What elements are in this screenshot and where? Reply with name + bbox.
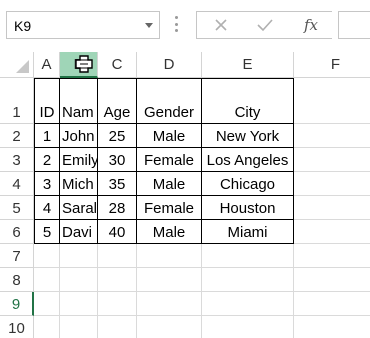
cell-c8[interactable] (98, 268, 137, 292)
enter-button[interactable] (247, 12, 283, 38)
table-cell[interactable]: 5 (34, 220, 60, 244)
formula-input[interactable] (338, 11, 370, 39)
row-header-4[interactable]: 4 (0, 172, 34, 196)
row-header-3[interactable]: 3 (0, 148, 34, 172)
cell-e7[interactable] (202, 244, 294, 268)
row-header-1[interactable]: 1 (0, 78, 34, 124)
cell-d10[interactable] (137, 316, 202, 338)
cell-a8[interactable] (34, 268, 60, 292)
column-header-a[interactable]: A (34, 52, 60, 78)
cell-b10[interactable] (60, 316, 98, 338)
table-cell[interactable]: 3 (34, 172, 60, 196)
table-cell[interactable]: 2 (34, 148, 60, 172)
cell-f8[interactable] (294, 268, 370, 292)
table-cell[interactable]: 1 (34, 124, 60, 148)
move-cursor-icon (75, 55, 93, 73)
table-cell[interactable]: John (60, 124, 98, 148)
column-header-e[interactable]: E (202, 52, 294, 78)
row-header-6[interactable]: 6 (0, 220, 34, 244)
name-box-value: K9 (14, 18, 32, 34)
cell-e10[interactable] (202, 316, 294, 338)
cell-f10[interactable] (294, 316, 370, 338)
table-cell[interactable]: Mich (60, 172, 98, 196)
cell-b8[interactable] (60, 268, 98, 292)
name-box[interactable]: K9 (6, 11, 160, 39)
row-header-5[interactable]: 5 (0, 196, 34, 220)
table-cell[interactable]: Los Angeles (202, 148, 294, 172)
row-header-7[interactable]: 7 (0, 244, 34, 268)
column-header-d[interactable]: D (137, 52, 202, 78)
table-header-id[interactable]: ID (34, 78, 60, 124)
table-header-city[interactable]: City (202, 78, 294, 124)
table-cell[interactable]: Male (137, 124, 202, 148)
table-cell[interactable]: 40 (98, 220, 137, 244)
column-header-c[interactable]: C (98, 52, 137, 78)
cell-f4[interactable] (294, 172, 370, 196)
select-all-button[interactable] (0, 52, 34, 78)
table-header-age[interactable]: Age (98, 78, 137, 124)
cell-f3[interactable] (294, 148, 370, 172)
table-cell[interactable]: Female (137, 148, 202, 172)
cell-f2[interactable] (294, 124, 370, 148)
table-cell[interactable]: 28 (98, 196, 137, 220)
table-cell[interactable]: Emily (60, 148, 98, 172)
cell-e9[interactable] (202, 292, 294, 316)
cell-f5[interactable] (294, 196, 370, 220)
insert-function-button[interactable]: fx (293, 12, 329, 38)
close-icon (215, 19, 227, 31)
table-cell[interactable]: New York (202, 124, 294, 148)
cell-b9[interactable] (60, 292, 98, 316)
table-cell[interactable]: Miami (202, 220, 294, 244)
cell-f6[interactable] (294, 220, 370, 244)
chevron-down-icon[interactable] (145, 23, 153, 28)
cell-c10[interactable] (98, 316, 137, 338)
cell-c7[interactable] (98, 244, 137, 268)
cell-a10[interactable] (34, 316, 60, 338)
cell-b7[interactable] (60, 244, 98, 268)
cell-d7[interactable] (137, 244, 202, 268)
column-header-f[interactable]: F (294, 52, 370, 78)
cell-a7[interactable] (34, 244, 60, 268)
table-cell[interactable]: Saral (60, 196, 98, 220)
row-header-2[interactable]: 2 (0, 124, 34, 148)
table-cell[interactable]: Male (137, 172, 202, 196)
grip-icon[interactable] (175, 16, 178, 32)
formula-buttons: fx (196, 11, 332, 39)
check-icon (257, 19, 273, 32)
cell-e8[interactable] (202, 268, 294, 292)
row-header-9[interactable]: 9 (0, 292, 34, 316)
cell-a9[interactable] (34, 292, 60, 316)
row-header-8[interactable]: 8 (0, 268, 34, 292)
table-cell[interactable]: 30 (98, 148, 137, 172)
row-header-10[interactable]: 10 (0, 316, 34, 338)
table-cell[interactable]: Chicago (202, 172, 294, 196)
table-cell[interactable]: Houston (202, 196, 294, 220)
table-header-name[interactable]: Nam (60, 78, 98, 124)
table-cell[interactable]: Davi (60, 220, 98, 244)
formula-bar-area: K9 fx (0, 0, 370, 48)
cell-c9[interactable] (98, 292, 137, 316)
table-cell[interactable]: 4 (34, 196, 60, 220)
cell-f9[interactable] (294, 292, 370, 316)
cell-d8[interactable] (137, 268, 202, 292)
table-cell[interactable]: Male (137, 220, 202, 244)
cell-f1[interactable] (294, 78, 370, 124)
table-cell[interactable]: 25 (98, 124, 137, 148)
table-cell[interactable]: Female (137, 196, 202, 220)
cell-d9[interactable] (137, 292, 202, 316)
spreadsheet-grid: A B C D E F 1 2 3 4 5 6 7 8 9 10 ID Nam … (0, 52, 370, 338)
cancel-button[interactable] (203, 12, 239, 38)
cell-f7[interactable] (294, 244, 370, 268)
table-cell[interactable]: 35 (98, 172, 137, 196)
table-header-gender[interactable]: Gender (137, 78, 202, 124)
